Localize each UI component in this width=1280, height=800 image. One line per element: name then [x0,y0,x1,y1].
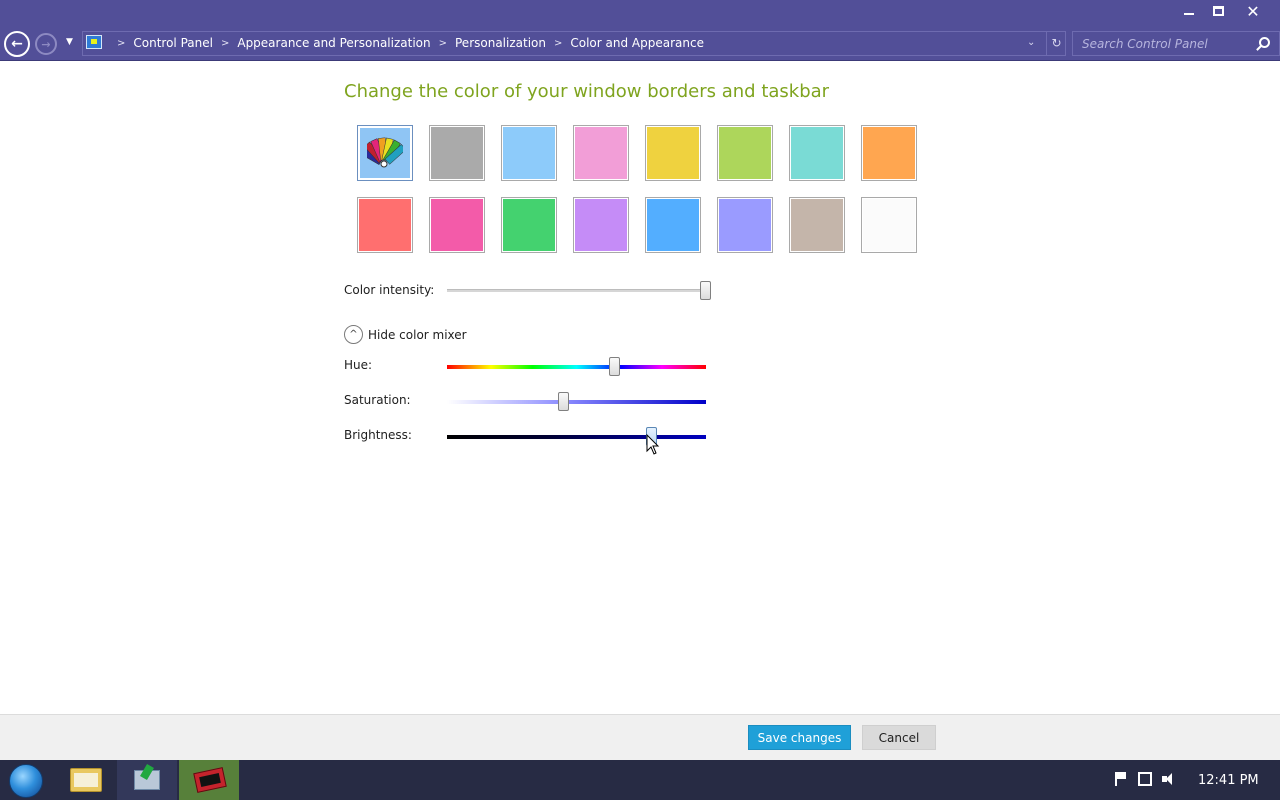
breadcrumb-separator: > [117,37,126,49]
saturation-track[interactable] [447,400,706,404]
navigation-bar: ← → ▼ > Control Panel > Appearance and P… [0,28,1280,61]
breadcrumb-separator[interactable]: > [221,38,229,49]
magenta-swatch[interactable] [429,197,485,253]
orange-swatch[interactable] [861,125,917,181]
refresh-button[interactable]: ↻ [1046,32,1066,55]
action-center-flag-icon[interactable] [1115,772,1127,786]
forward-arrow-icon: → [41,37,51,51]
hue-track[interactable] [447,365,706,369]
back-arrow-icon: ← [11,36,23,52]
brightness-track[interactable] [447,435,706,439]
teal-swatch[interactable] [789,125,845,181]
breadcrumb-control-panel[interactable]: Control Panel [133,36,213,50]
mouse-cursor-icon [646,434,660,455]
search-input[interactable]: Search Control Panel [1082,37,1208,51]
violet-swatch[interactable] [573,197,629,253]
taskbar: 12:41 PM [0,760,1280,800]
cancel-button[interactable]: Cancel [862,725,936,750]
taskbar-file-explorer[interactable] [55,760,115,800]
periwinkle-swatch[interactable] [717,197,773,253]
pink-swatch[interactable] [573,125,629,181]
app-icon [193,767,227,793]
minimize-icon [1184,13,1194,15]
restore-button[interactable] [1201,0,1235,22]
white-swatch[interactable] [861,197,917,253]
address-bar[interactable]: > Control Panel > Appearance and Persona… [82,31,1066,56]
hue-slider[interactable] [609,357,621,376]
refresh-icon: ↻ [1051,36,1062,50]
saturation-slider[interactable] [557,392,569,411]
network-icon[interactable] [1138,772,1152,786]
lime-swatch[interactable] [717,125,773,181]
search-icon[interactable] [1259,37,1270,48]
green-swatch[interactable] [501,197,557,253]
breadcrumb-separator[interactable]: > [554,38,562,49]
back-button[interactable]: ← [4,31,30,57]
taskbar-app[interactable] [179,760,239,800]
color-fan-icon [367,137,403,168]
color-intensity-slider[interactable] [700,281,711,300]
search-box[interactable]: Search Control Panel [1072,31,1280,56]
chevron-down-icon: ▼ [66,37,73,47]
taskbar-clock[interactable]: 12:41 PM [1198,773,1259,788]
taskbar-installer[interactable] [117,760,177,800]
breadcrumb-personalization[interactable]: Personalization [455,36,546,50]
hide-color-mixer-button[interactable]: ^ [344,325,363,344]
start-orb-icon [9,764,43,798]
brightness-label: Brightness: [344,428,412,442]
save-changes-button[interactable]: Save changes [748,725,851,750]
breadcrumb-appearance[interactable]: Appearance and Personalization [237,36,430,50]
custom-color-swatch[interactable] [357,125,413,181]
breadcrumb-color-appearance[interactable]: Color and Appearance [570,36,704,50]
hide-color-mixer-label[interactable]: Hide color mixer [368,328,467,342]
installer-icon [134,770,160,790]
taupe-swatch[interactable] [789,197,845,253]
close-icon: ✕ [1246,1,1260,21]
forward-button[interactable]: → [35,33,57,55]
page-title: Change the color of your window borders … [344,81,830,102]
file-explorer-icon [70,768,102,792]
breadcrumb-separator[interactable]: > [439,38,447,49]
start-button[interactable] [6,762,46,798]
sky-blue-swatch[interactable] [501,125,557,181]
recent-locations-dropdown[interactable]: ▼ [66,37,78,49]
chevron-up-icon: ^ [349,329,358,340]
title-bar: ✕ [0,0,1280,28]
footer-bar: Save changes Cancel [0,714,1280,760]
color-intensity-label: Color intensity: [344,283,435,297]
restore-icon [1212,6,1224,16]
red-swatch[interactable] [357,197,413,253]
volume-icon[interactable] [1162,772,1176,786]
yellow-swatch[interactable] [645,125,701,181]
gray-swatch[interactable] [429,125,485,181]
address-dropdown-icon[interactable]: ⌄ [1027,37,1035,48]
close-button[interactable]: ✕ [1236,0,1270,22]
color-intensity-track[interactable] [447,289,706,292]
control-panel-icon [86,35,102,49]
hue-label: Hue: [344,358,373,372]
breadcrumb: > Control Panel > Appearance and Persona… [109,36,704,50]
saturation-label: Saturation: [344,393,411,407]
blue-swatch[interactable] [645,197,701,253]
